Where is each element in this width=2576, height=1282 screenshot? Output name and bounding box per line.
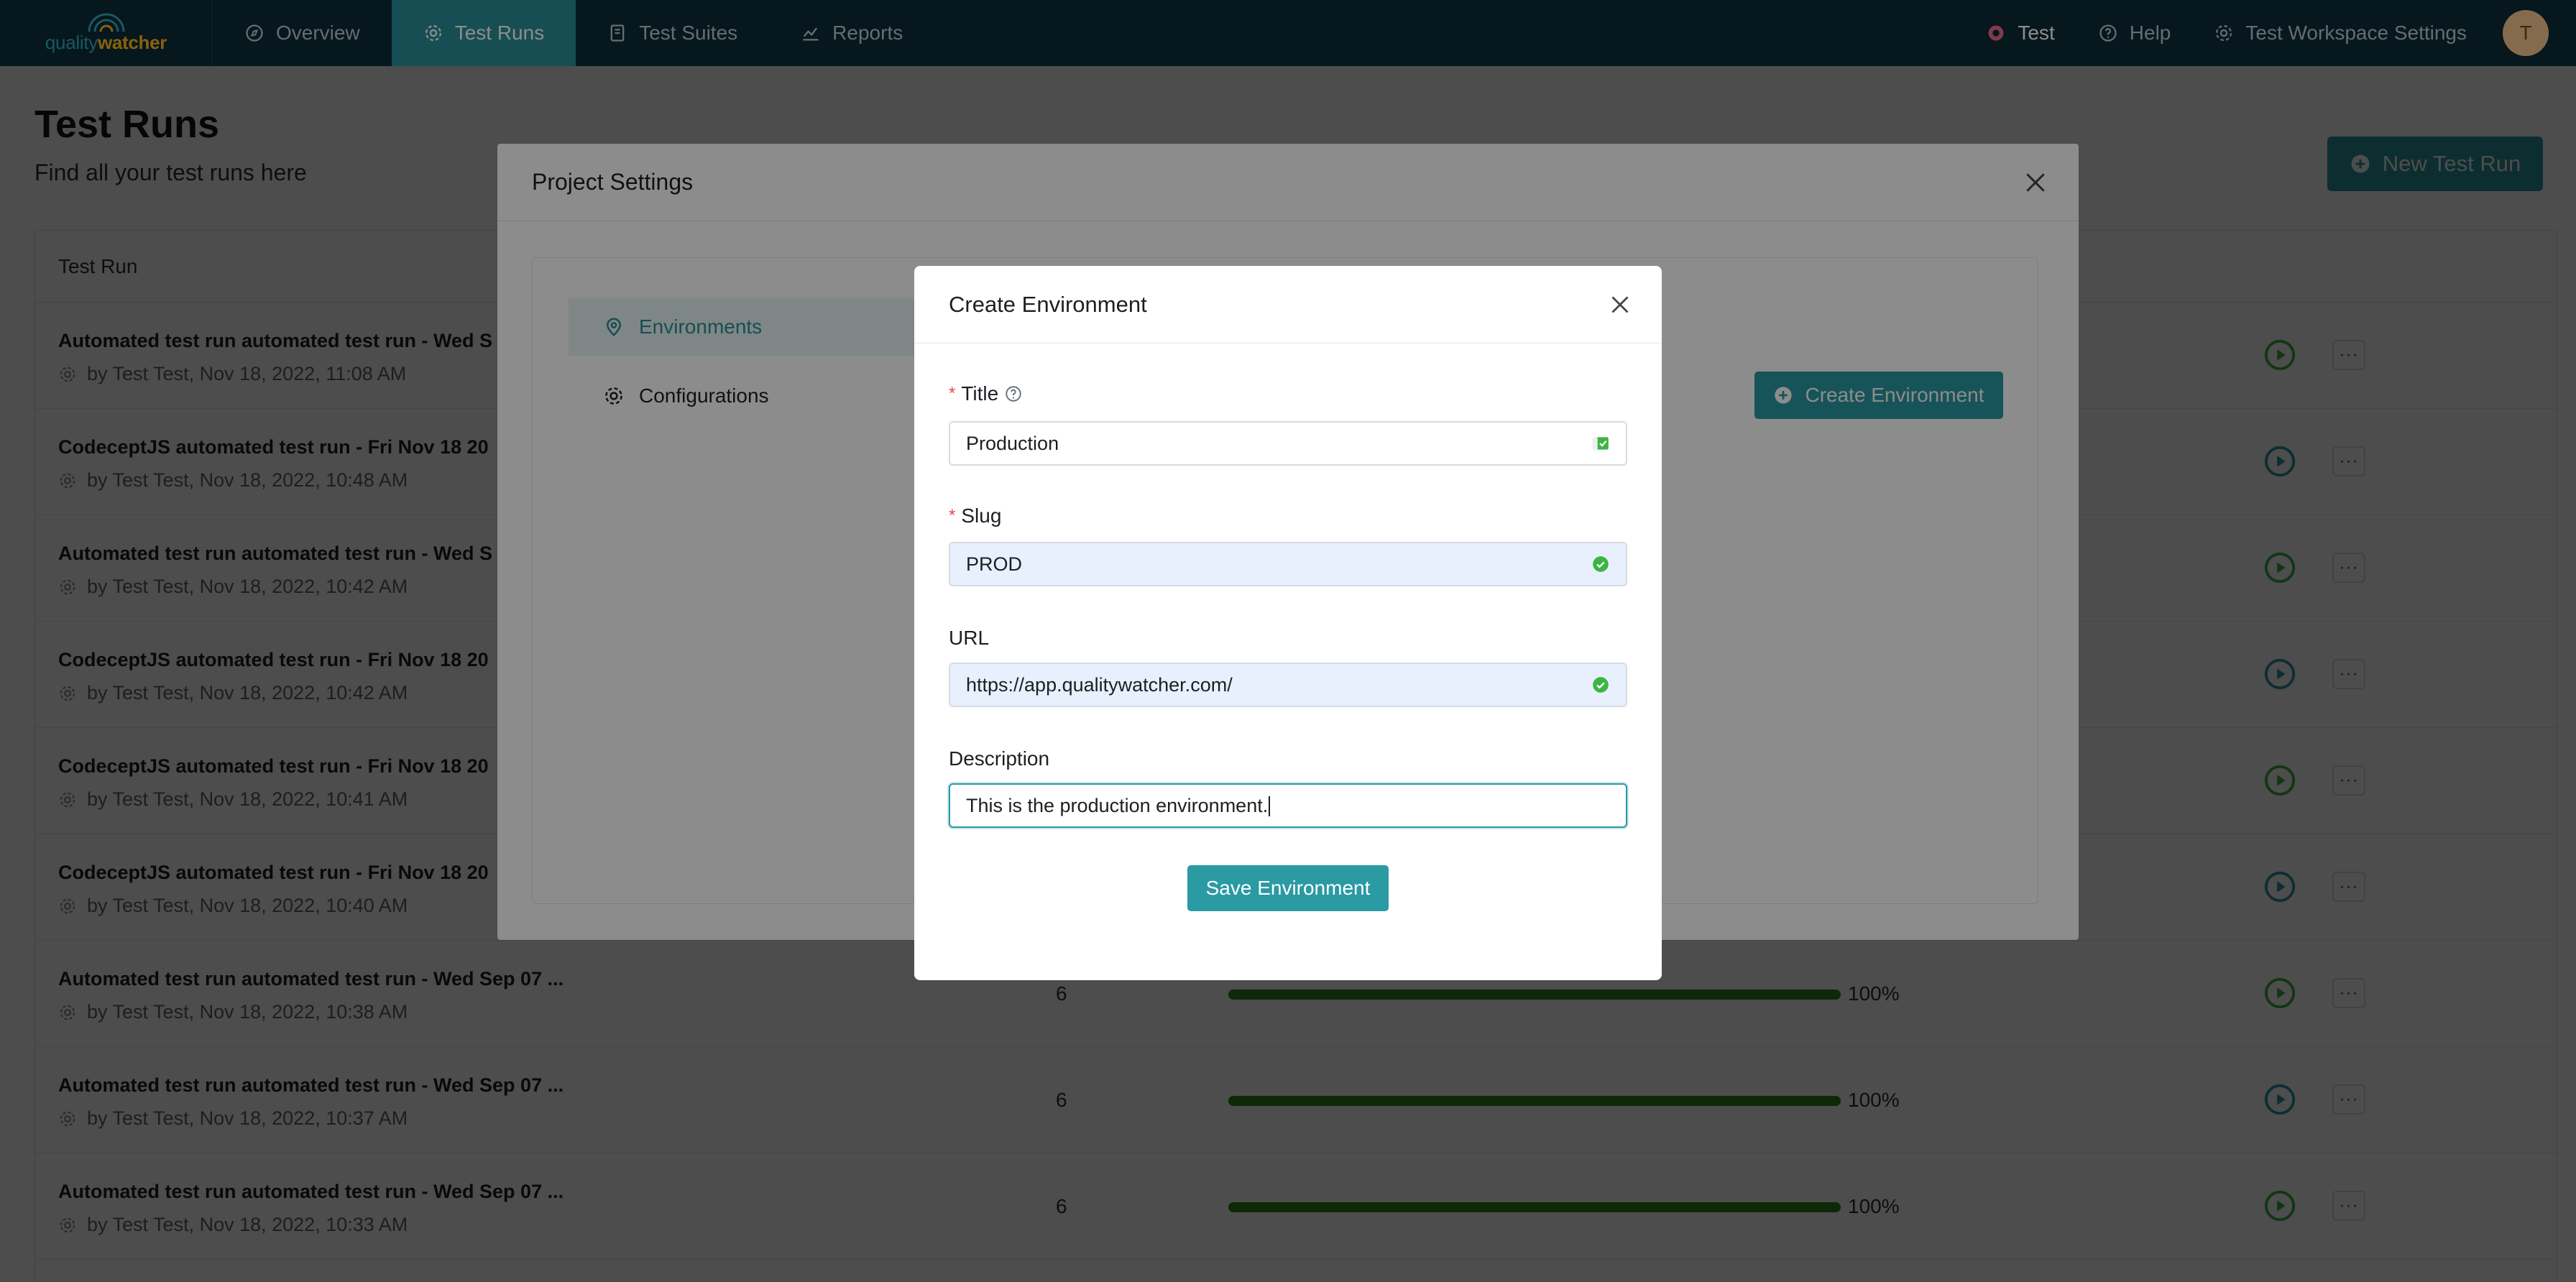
label-text: URL [949, 627, 990, 649]
title-label: * Title [949, 382, 1023, 405]
input-value: PROD [966, 553, 1023, 575]
save-environment-button[interactable]: Save Environment [1187, 865, 1389, 911]
label-text: Description [949, 747, 1050, 770]
input-value: https://app.qualitywatcher.com/ [966, 673, 1233, 696]
url-input[interactable]: https://app.qualitywatcher.com/ [949, 663, 1627, 707]
password-manager-icon[interactable] [1591, 434, 1610, 453]
label-text: Title [961, 382, 999, 405]
close-icon[interactable] [1607, 292, 1633, 318]
create-environment-modal: Create Environment * Title Production * … [914, 266, 1662, 980]
required-asterisk: * [949, 506, 956, 525]
required-asterisk: * [949, 384, 956, 403]
title-input[interactable]: Production [949, 421, 1627, 466]
question-circle-icon[interactable] [1004, 384, 1023, 403]
url-label: URL [949, 627, 989, 650]
modal-title: Create Environment [914, 266, 1662, 343]
check-circle-icon [1593, 677, 1609, 693]
label-text: Slug [961, 504, 1002, 527]
text-cursor [1269, 796, 1271, 817]
slug-input[interactable]: PROD [949, 542, 1627, 586]
check-circle-icon [1593, 556, 1609, 572]
description-label: Description [949, 747, 1049, 770]
description-input[interactable]: This is the production environment. [949, 783, 1627, 828]
input-value: This is the production environment. [966, 795, 1610, 817]
input-text: This is the production environment. [966, 794, 1269, 816]
input-value: Production [966, 432, 1059, 454]
slug-label: * Slug [949, 504, 1001, 527]
